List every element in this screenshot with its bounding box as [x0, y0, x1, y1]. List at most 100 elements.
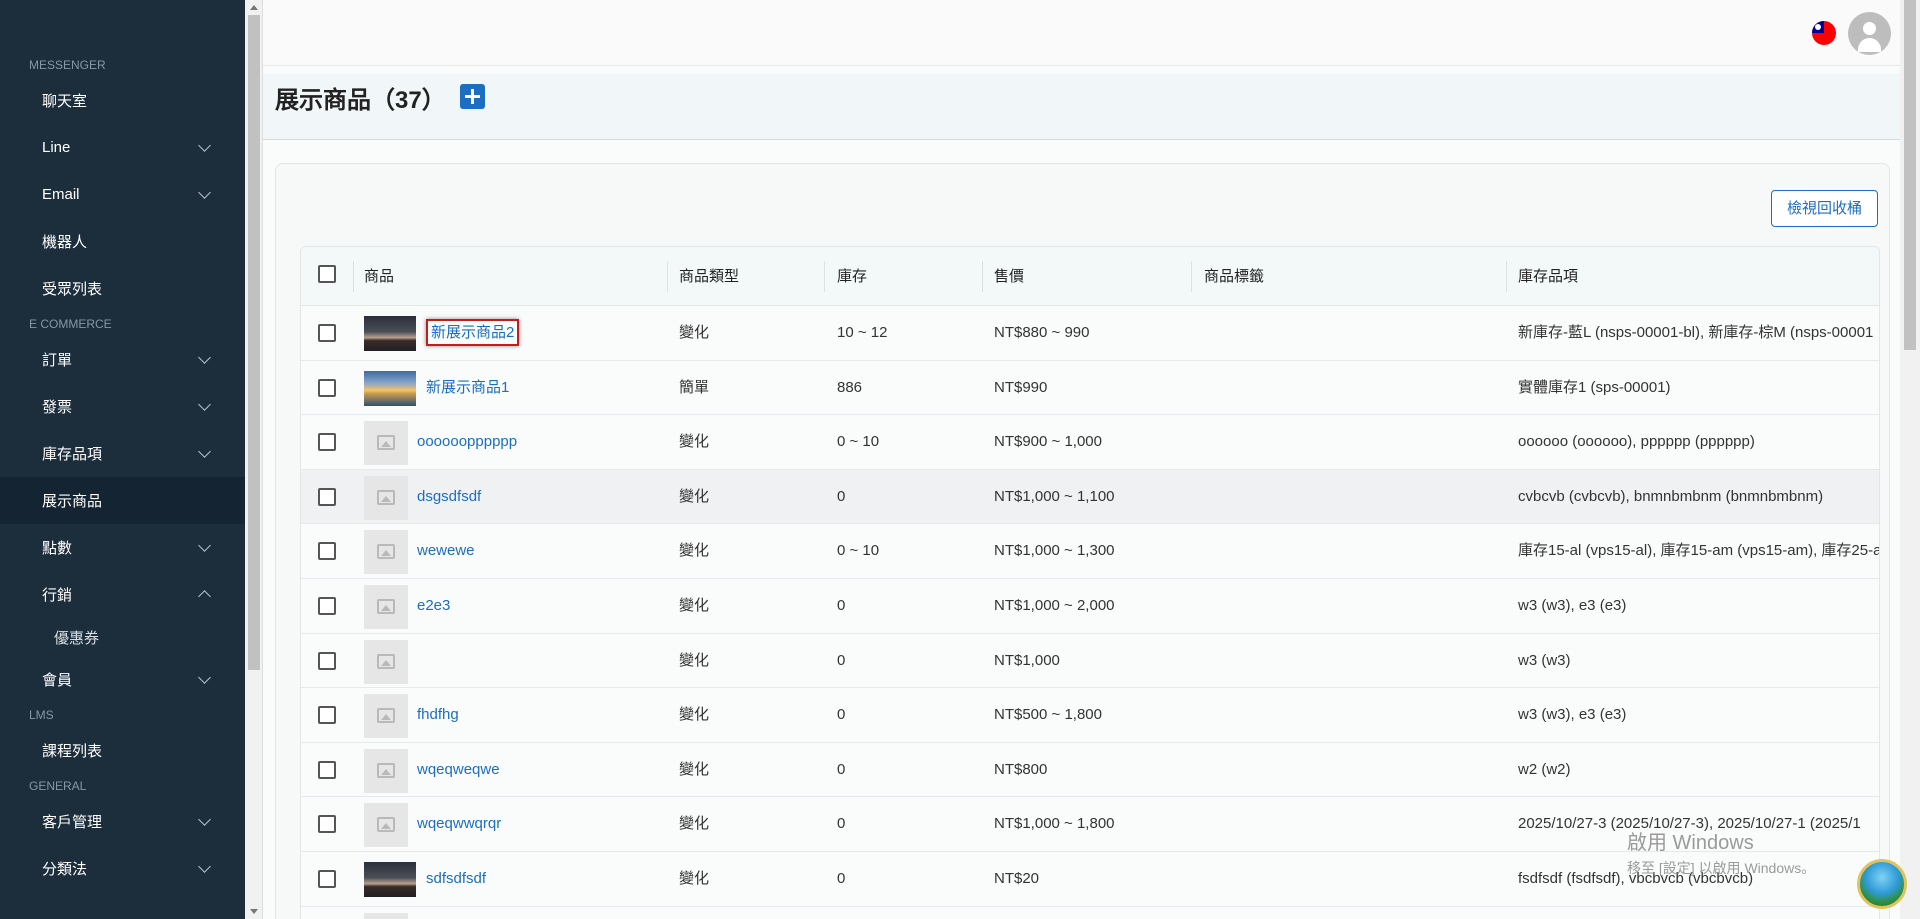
- column-header-product[interactable]: 商品: [364, 247, 394, 306]
- row-checkbox[interactable]: [318, 760, 336, 779]
- scroll-up-arrow-icon[interactable]: [250, 5, 258, 10]
- column-header-inventory[interactable]: 庫存品項: [1518, 247, 1578, 306]
- inventory-items-cell: 新庫存-藍L (nsps-00001-bl), 新庫存-棕M (nsps-000…: [1518, 324, 1874, 341]
- sidebar-item[interactable]: 點數: [0, 524, 245, 571]
- sidebar-item[interactable]: 受眾列表: [0, 265, 245, 312]
- stock-cell: 0: [837, 487, 846, 505]
- table-row: e2e3 變化 0 NT$1,000 ~ 2,000 w3 (w3), e3 (e3): [301, 578, 1879, 634]
- inventory-items-cell: w3 (w3): [1518, 651, 1571, 669]
- row-checkbox[interactable]: [318, 324, 336, 342]
- product-name-link[interactable]: dsgsdfsdf: [417, 488, 481, 505]
- price-cell: NT$990: [994, 378, 1048, 396]
- sidebar-item[interactable]: 課程列表: [0, 727, 245, 774]
- watermark-line1: 啟用 Windows: [1627, 832, 1754, 854]
- sidebar-section-header: E COMMERCE: [29, 317, 112, 331]
- chevron-up-icon[interactable]: [198, 590, 211, 603]
- table-row: [301, 906, 1879, 919]
- stock-cell: 0: [837, 651, 846, 669]
- sidebar-item[interactable]: 展示商品: [0, 477, 245, 524]
- page-scroll-thumb[interactable]: [1904, 0, 1916, 350]
- chevron-down-icon[interactable]: [198, 859, 211, 873]
- floating-game-icon[interactable]: [1857, 859, 1907, 909]
- price-cell: NT$1,000 ~ 1,300: [994, 542, 1115, 560]
- column-header-price[interactable]: 售價: [994, 247, 1024, 306]
- column-header-tags[interactable]: 商品標籤: [1204, 247, 1264, 306]
- sidebar-section-header: LMS: [29, 708, 54, 722]
- sidebar-item[interactable]: 聊天室: [0, 77, 245, 124]
- row-checkbox[interactable]: [318, 651, 336, 670]
- sidebar-item-label: 庫存品項: [42, 446, 103, 463]
- sidebar-item[interactable]: 客戶管理: [0, 798, 245, 845]
- chevron-down-icon[interactable]: [198, 670, 211, 684]
- select-all-checkbox[interactable]: [318, 265, 336, 283]
- chevron-down-icon[interactable]: [198, 538, 211, 552]
- price-cell: NT$880 ~ 990: [994, 324, 1090, 341]
- table-row: 新展示商品1 簡單 886 NT$990 實體庫存1 (sps-00001): [301, 360, 1879, 416]
- page-scrollbar[interactable]: [1900, 0, 1920, 919]
- inventory-items-cell: w3 (w3), e3 (e3): [1518, 706, 1627, 724]
- row-checkbox[interactable]: [318, 542, 336, 561]
- row-checkbox[interactable]: [318, 869, 336, 888]
- row-checkbox[interactable]: [318, 487, 336, 506]
- user-avatar-icon[interactable]: [1848, 12, 1891, 55]
- stock-cell: 0: [837, 760, 846, 778]
- chevron-down-icon[interactable]: [198, 812, 211, 826]
- sidebar-item[interactable]: Line: [0, 124, 245, 171]
- sidebar-item[interactable]: 發票: [0, 383, 245, 430]
- product-name-link[interactable]: 新展示商品2: [426, 319, 520, 346]
- stock-cell: 0: [837, 596, 846, 614]
- view-recycle-bin-button[interactable]: 檢視回收桶: [1771, 190, 1878, 227]
- sidebar-scrollbar[interactable]: [245, 0, 263, 919]
- price-cell: NT$1,000 ~ 2,000: [994, 596, 1115, 614]
- row-checkbox[interactable]: [318, 815, 336, 834]
- sidebar-item[interactable]: Email: [0, 171, 245, 218]
- chevron-down-icon[interactable]: [198, 185, 211, 199]
- add-product-button[interactable]: [460, 84, 485, 109]
- row-checkbox[interactable]: [318, 378, 336, 397]
- product-name-cell: 新展示商品1: [426, 361, 509, 415]
- chevron-down-icon[interactable]: [198, 444, 211, 458]
- row-checkbox[interactable]: [318, 706, 336, 725]
- sidebar-item[interactable]: 行銷: [0, 571, 245, 618]
- sidebar-item[interactable]: 庫存品項: [0, 430, 245, 477]
- sidebar-subitem[interactable]: 優惠券: [0, 618, 245, 656]
- column-header-type[interactable]: 商品類型: [679, 247, 739, 306]
- product-name-link[interactable]: sdfsdfsdf: [426, 870, 486, 887]
- product-type-cell: 變化: [679, 324, 710, 341]
- scroll-down-arrow-icon[interactable]: [250, 909, 258, 914]
- stock-cell: 886: [837, 378, 863, 396]
- sidebar-item-label: 行銷: [42, 587, 73, 604]
- stock-cell: 0 ~ 10: [837, 542, 880, 560]
- windows-activation-watermark: 啟用 Windows 移至 [設定] 以啟用 Windows。: [1627, 826, 1815, 878]
- product-name-link[interactable]: wewewe: [417, 542, 475, 559]
- product-type-cell: 變化: [679, 651, 710, 669]
- chevron-down-icon[interactable]: [198, 350, 211, 364]
- product-name-link[interactable]: wqeqweqwe: [417, 761, 500, 778]
- main-content: 展示商品（37） 檢視回收桶 商品 商品類型 庫存 售價 商品標籤 庫存品項 新…: [263, 0, 1900, 919]
- image-placeholder-icon: [364, 530, 408, 575]
- sidebar-item[interactable]: 機器人: [0, 218, 245, 265]
- page-title: 展示商品（37）: [275, 87, 446, 114]
- product-name-link[interactable]: fhdfhg: [417, 706, 459, 723]
- row-checkbox[interactable]: [318, 433, 336, 452]
- chevron-down-icon[interactable]: [198, 138, 211, 152]
- sidebar-scroll-thumb[interactable]: [248, 15, 260, 670]
- column-header-stock[interactable]: 庫存: [837, 247, 867, 306]
- sidebar-item-label: 聊天室: [42, 93, 88, 110]
- top-bar: [263, 0, 1900, 66]
- product-name-link[interactable]: 新展示商品1: [426, 379, 509, 396]
- sidebar-item[interactable]: 分類法: [0, 845, 245, 892]
- table-row: oooooopppppp 變化 0 ~ 10 NT$900 ~ 1,000 oooooo…: [301, 415, 1879, 470]
- taiwan-flag-icon[interactable]: [1812, 21, 1836, 45]
- product-thumbnail: [364, 316, 416, 351]
- product-name-link[interactable]: wqeqwwqrqr: [417, 815, 501, 832]
- product-type-cell: 變化: [679, 706, 710, 724]
- product-name-cell: wqeqweqwe: [417, 743, 500, 797]
- sidebar-item[interactable]: 訂單: [0, 336, 245, 383]
- chevron-down-icon[interactable]: [198, 397, 211, 411]
- sidebar-item[interactable]: 會員: [0, 656, 245, 703]
- product-name-link[interactable]: e2e3: [417, 597, 450, 614]
- price-cell: NT$20: [994, 869, 1040, 887]
- product-name-link[interactable]: oooooopppppp: [417, 433, 517, 450]
- row-checkbox[interactable]: [318, 596, 336, 615]
